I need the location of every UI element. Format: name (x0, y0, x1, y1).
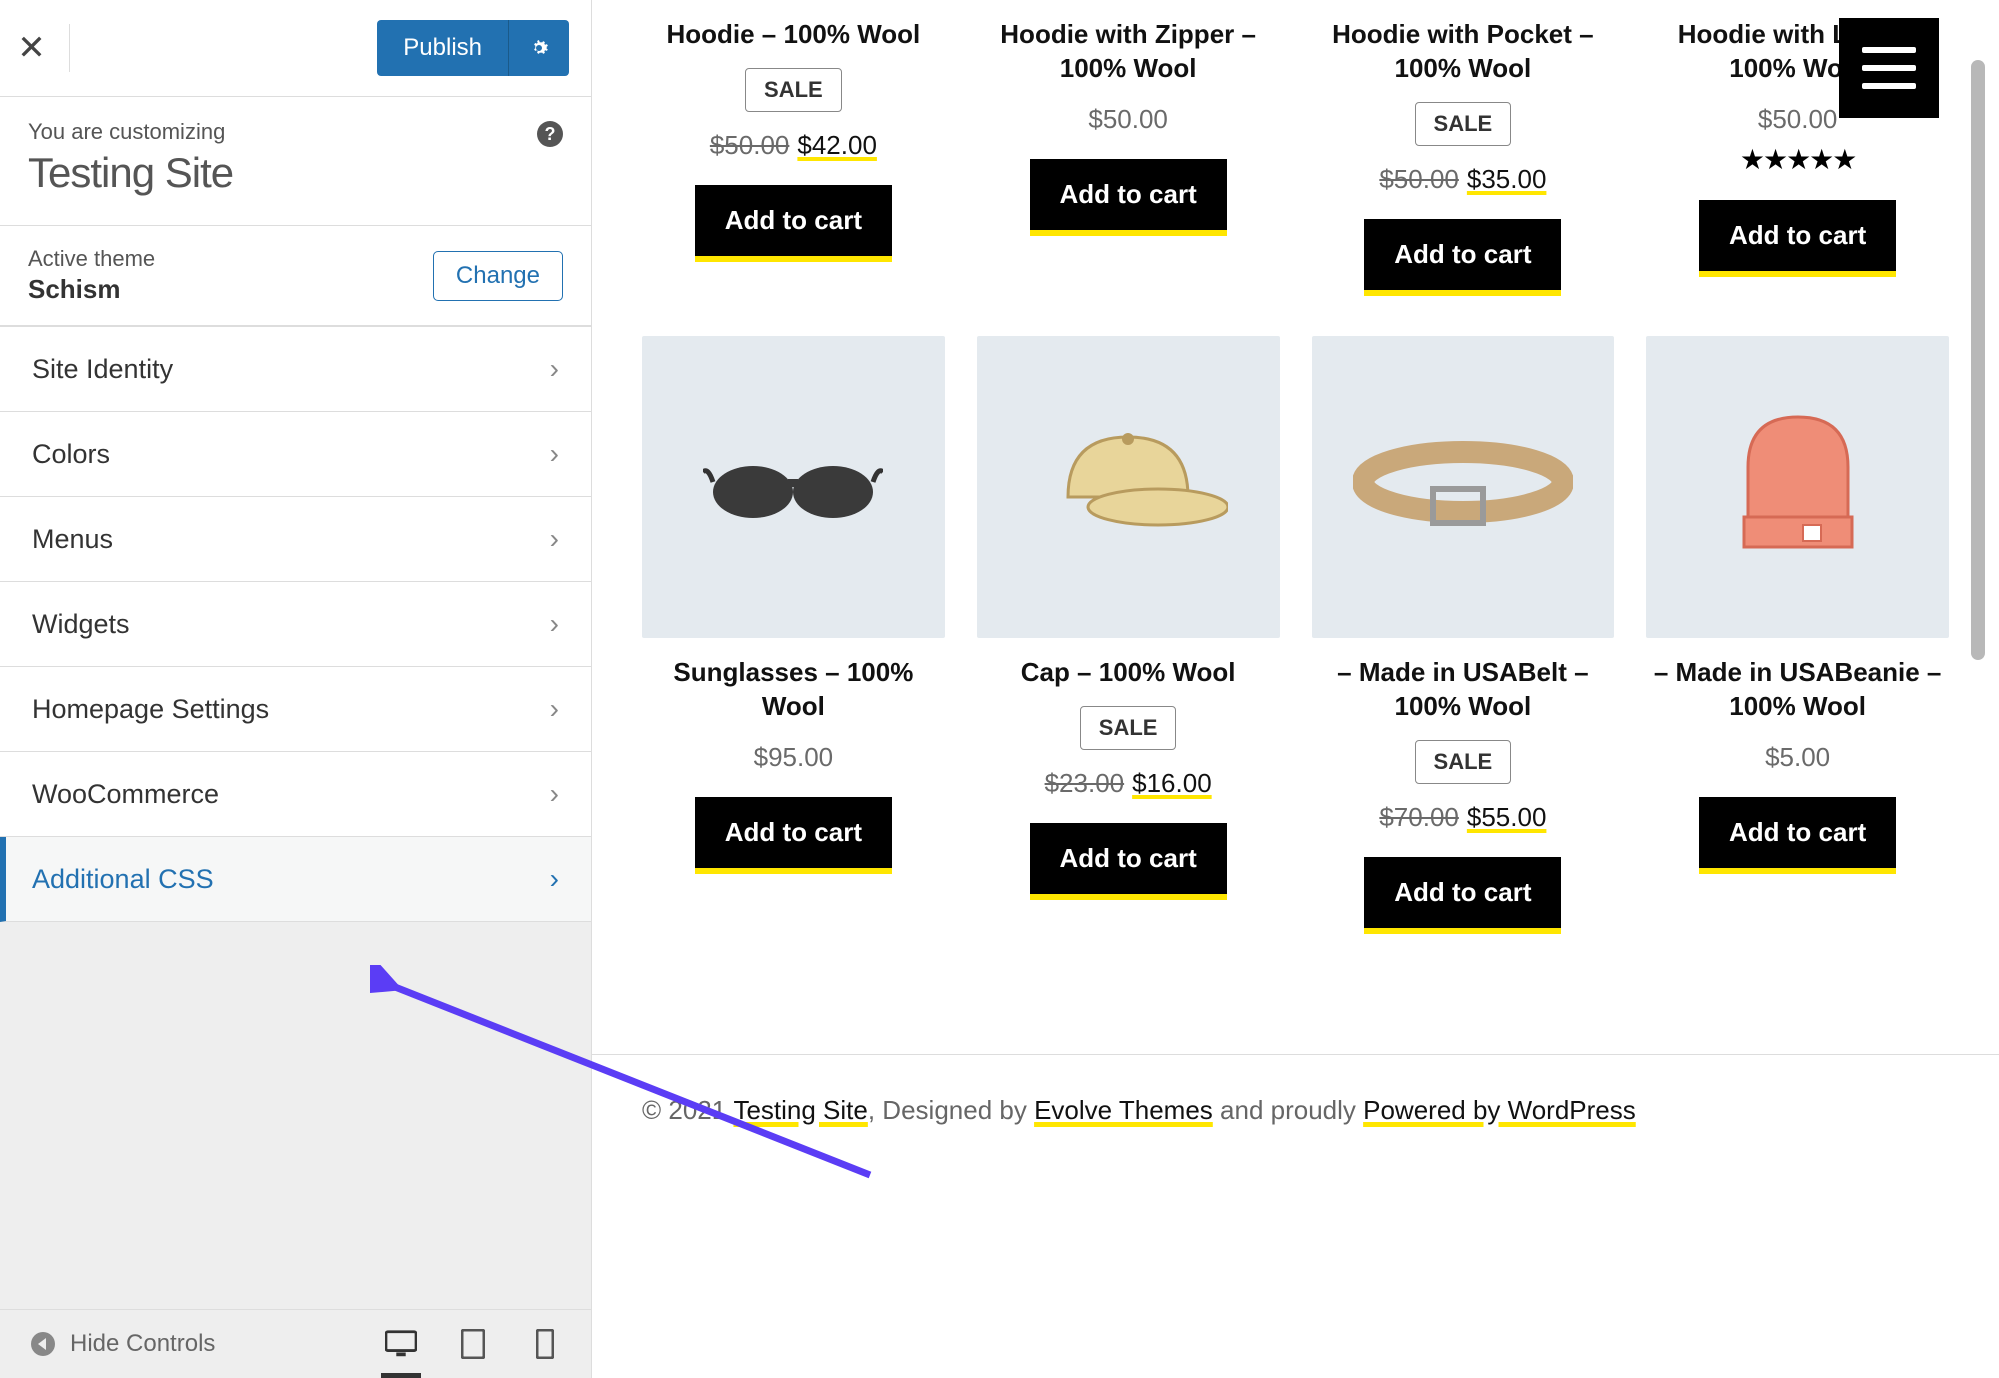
product-card[interactable]: Hoodie with Zipper – 100% Wool $50.00 Ad… (977, 0, 1280, 296)
add-to-cart-button[interactable]: Add to cart (1030, 159, 1227, 236)
price: $23.00$16.00 (977, 768, 1280, 799)
sale-badge: SALE (1080, 706, 1177, 750)
sidebar-item-woocommerce[interactable]: WooCommerce › (0, 752, 591, 837)
price: $5.00 (1646, 742, 1949, 773)
close-button[interactable]: ✕ (22, 24, 70, 72)
customizing-header: You are customizing Testing Site ? (0, 97, 591, 226)
product-card[interactable]: Hoodie with Pocket – 100% Wool SALE $50.… (1312, 0, 1615, 296)
product-card[interactable]: Cap – 100% Wool SALE $23.00$16.00 Add to… (977, 336, 1280, 934)
rating-stars: ★★★★★ (1646, 143, 1949, 176)
add-to-cart-button[interactable]: Add to cart (1030, 823, 1227, 900)
product-image (977, 336, 1280, 639)
active-theme-row: Active theme Schism Change (0, 226, 591, 326)
product-image (1646, 336, 1949, 639)
help-icon[interactable]: ? (537, 121, 563, 147)
preview-pane: Hoodie – 100% Wool SALE $50.00$42.00 Add… (592, 0, 1999, 1378)
footer-copyright: © 2021 (642, 1095, 733, 1125)
footer-site-link[interactable]: Testing Site (733, 1095, 867, 1125)
sidebar-item-label: Homepage Settings (32, 694, 269, 725)
sunglasses-icon (703, 437, 883, 537)
product-card[interactable]: – Made in USABelt – 100% Wool SALE $70.0… (1312, 336, 1615, 934)
sale-badge: SALE (745, 68, 842, 112)
price: $95.00 (642, 742, 945, 773)
chevron-right-icon: › (550, 438, 559, 470)
price: $50.00$42.00 (642, 130, 945, 161)
customizer-menu: Site Identity › Colors › Menus › Widgets › H… (0, 326, 591, 922)
collapse-icon (30, 1331, 56, 1357)
add-to-cart-button[interactable]: Add to cart (1364, 857, 1561, 934)
price: $70.00$55.00 (1312, 802, 1615, 833)
change-theme-button[interactable]: Change (433, 251, 563, 301)
chevron-right-icon: › (550, 608, 559, 640)
sidebar-footer: Hide Controls (0, 1309, 591, 1378)
chevron-right-icon: › (550, 778, 559, 810)
tablet-preview-icon[interactable] (457, 1328, 489, 1360)
sidebar-item-label: Additional CSS (32, 864, 214, 895)
beanie-icon (1708, 397, 1888, 577)
add-to-cart-button[interactable]: Add to cart (695, 185, 892, 262)
site-footer: © 2021 Testing Site, Designed by Evolve … (592, 1054, 1999, 1186)
add-to-cart-button[interactable]: Add to cart (1364, 219, 1561, 296)
sale-badge: SALE (1415, 740, 1512, 784)
product-image (1312, 336, 1615, 639)
sidebar-item-widgets[interactable]: Widgets › (0, 582, 591, 667)
sidebar-top: ✕ Publish (0, 0, 591, 97)
site-title: Testing Site (28, 149, 563, 197)
footer-text: , Designed by (868, 1095, 1034, 1125)
sidebar-item-homepage-settings[interactable]: Homepage Settings › (0, 667, 591, 752)
belt-icon (1353, 427, 1573, 547)
theme-name: Schism (28, 274, 155, 305)
scrollbar[interactable] (1971, 60, 1985, 660)
product-card[interactable]: Hoodie – 100% Wool SALE $50.00$42.00 Add… (642, 0, 945, 296)
publish-settings-button[interactable] (508, 20, 569, 76)
footer-themes-link[interactable]: Evolve Themes (1034, 1095, 1213, 1125)
sidebar-item-label: Widgets (32, 609, 130, 640)
chevron-right-icon: › (550, 353, 559, 385)
sidebar-item-site-identity[interactable]: Site Identity › (0, 327, 591, 412)
price: $50.00$35.00 (1312, 164, 1615, 195)
mobile-preview-icon[interactable] (529, 1328, 561, 1360)
product-title: Sunglasses – 100% Wool (642, 656, 945, 724)
gear-icon (527, 36, 551, 60)
hide-controls-label: Hide Controls (70, 1330, 215, 1358)
sidebar-item-label: Menus (32, 524, 113, 555)
customizing-label: You are customizing (28, 119, 563, 145)
hide-controls-button[interactable]: Hide Controls (30, 1330, 215, 1358)
product-title: – Made in USABelt – 100% Wool (1312, 656, 1615, 724)
hamburger-menu[interactable] (1839, 18, 1939, 118)
sidebar-item-additional-css[interactable]: Additional CSS › (0, 837, 591, 922)
publish-area: Publish (377, 20, 569, 76)
product-title: – Made in USABeanie – 100% Wool (1646, 656, 1949, 724)
product-title: Hoodie – 100% Wool (642, 18, 945, 52)
product-card[interactable]: Sunglasses – 100% Wool $95.00 Add to car… (642, 336, 945, 934)
sidebar-item-label: WooCommerce (32, 779, 219, 810)
product-title: Hoodie with Zipper – 100% Wool (977, 18, 1280, 86)
product-grid: Hoodie – 100% Wool SALE $50.00$42.00 Add… (592, 0, 1999, 1014)
footer-text: and proudly (1213, 1095, 1363, 1125)
add-to-cart-button[interactable]: Add to cart (1699, 200, 1896, 277)
sidebar-item-label: Colors (32, 439, 110, 470)
add-to-cart-button[interactable]: Add to cart (1699, 797, 1896, 874)
chevron-right-icon: › (550, 523, 559, 555)
product-image (642, 336, 945, 639)
chevron-right-icon: › (550, 693, 559, 725)
sidebar-item-menus[interactable]: Menus › (0, 497, 591, 582)
product-title: Cap – 100% Wool (977, 656, 1280, 690)
sale-badge: SALE (1415, 102, 1512, 146)
product-title: Hoodie with Pocket – 100% Wool (1312, 18, 1615, 86)
footer-wp-link[interactable]: Powered by WordPress (1363, 1095, 1636, 1125)
product-card[interactable]: – Made in USABeanie – 100% Wool $5.00 Ad… (1646, 336, 1949, 934)
publish-button[interactable]: Publish (377, 20, 508, 76)
sidebar-item-colors[interactable]: Colors › (0, 412, 591, 497)
cap-icon (1028, 407, 1228, 567)
active-theme-label: Active theme (28, 246, 155, 272)
chevron-right-icon: › (550, 863, 559, 895)
sidebar-item-label: Site Identity (32, 354, 173, 385)
price: $50.00 (977, 104, 1280, 135)
add-to-cart-button[interactable]: Add to cart (695, 797, 892, 874)
device-preview-icons (385, 1328, 561, 1360)
desktop-preview-icon[interactable] (385, 1328, 417, 1360)
customizer-sidebar: ✕ Publish You are customizing Testing Si… (0, 0, 592, 1378)
